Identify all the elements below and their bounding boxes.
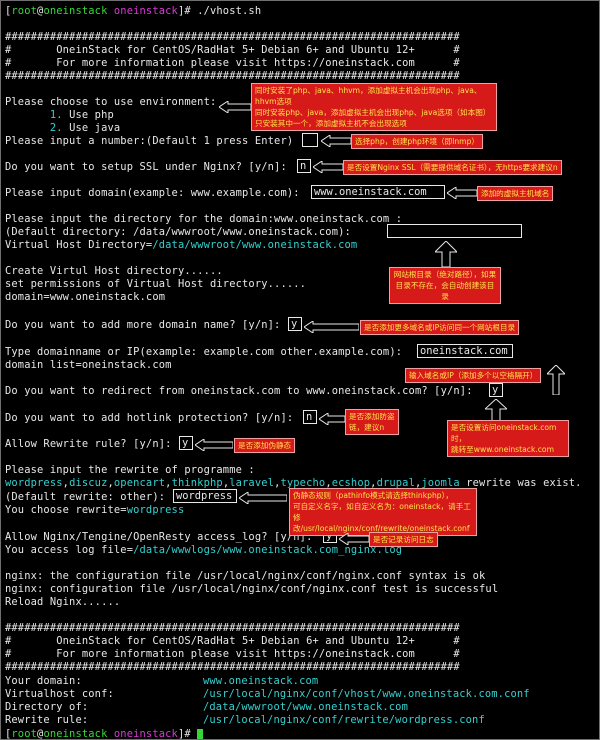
note-more-domain: 是否添加更多域名或IP访问同一个网站根目录: [360, 320, 520, 335]
ssl-input[interactable]: n: [297, 159, 311, 173]
arrow-left-icon: [219, 101, 251, 113]
banner-line: # For more information please visit http…: [5, 57, 460, 69]
summary-rule: Rewrite rule:: [5, 714, 89, 726]
env-question: Please choose to use environment:: [5, 96, 217, 108]
arrow-left-icon: [339, 533, 369, 545]
summary-domain-value: www.oneinstack.com: [203, 675, 319, 687]
arrow-left-icon: [319, 413, 345, 425]
arrow-left-icon: [304, 321, 359, 333]
create-line: set permissions of Virtual Host director…: [5, 278, 307, 290]
arrow-left-icon: [195, 439, 233, 451]
redirect-prompt: Do you want to redirect from oneinstack.…: [5, 385, 473, 397]
rewrite-input[interactable]: y: [179, 436, 193, 450]
note-ssl: 是否设置Nginx SSL（需要提供域名证书），无https要求建议n: [343, 160, 562, 175]
env-option-java[interactable]: 2. Use java: [5, 122, 120, 134]
note-number: 选择php，创建php环境（即lnmp）: [351, 134, 483, 149]
banner-line: # OneinStack for CentOS/RadHat 5+ Debian…: [5, 635, 460, 647]
redirect-input[interactable]: y: [489, 383, 503, 397]
arrow-left-icon: [321, 135, 351, 147]
summary-dir: Directory of:: [5, 701, 89, 713]
nginx-output: Reload Nginx......: [5, 596, 121, 608]
programme-prompt: Please input the rewrite of programme :: [5, 464, 255, 476]
note-redirect: 是否设置访问oneinstack.com时， 跳转至www.oneinstack.…: [447, 420, 569, 457]
banner-rule: ########################################…: [5, 70, 460, 82]
more-domain-prompt: Do you want to add more domain name? [y/…: [5, 319, 281, 331]
arrow-left-icon: [447, 187, 477, 199]
banner-line: # OneinStack for CentOS/RadHat 5+ Debian…: [5, 44, 460, 56]
create-line: Create Virtul Host directory......: [5, 265, 223, 277]
shell-prompt: [root@oneinstack oneinstack]#: [5, 728, 204, 740]
vhost-dir-line: Virtual Host Directory=/data/wwwroot/www…: [5, 239, 358, 251]
note-log: 是否记录访问日志: [369, 532, 438, 547]
note-dir: 网站根目录（绝对路径），如果 目录不存在，会自动创建该目录: [389, 267, 501, 304]
terminal-window[interactable]: [root@oneinstack oneinstack]# ./vhost.sh…: [0, 0, 600, 740]
nginx-output: nginx: configuration file /usr/local/ngi…: [5, 583, 499, 595]
banner-line: # For more information please visit http…: [5, 648, 460, 660]
ssl-prompt: Do you want to setup SSL under Nginx? [y…: [5, 161, 287, 173]
hotlink-prompt: Do you want to add hotlink protection? […: [5, 412, 294, 424]
summary-vconf: Virtualhost conf:: [5, 688, 114, 700]
dir-default: (Default directory: /data/wwwroot/www.on…: [5, 226, 351, 238]
default-rewrite: (Default rewrite: other):: [5, 491, 166, 503]
number-input[interactable]: [302, 133, 318, 147]
note-hotlink: 是否添加防盗 链，建议n: [345, 409, 399, 435]
arrow-left-icon: [239, 492, 287, 504]
type-domain-prompt: Type domainname or IP(example: example.c…: [5, 346, 403, 358]
type-domain-input[interactable]: oneinstack.com: [417, 344, 513, 358]
note-domain: 添加的虚拟主机域名: [477, 186, 554, 201]
rewrite-prompt: Allow Rewrite rule? [y/n]:: [5, 438, 172, 450]
banner-rule: ########################################…: [5, 661, 460, 673]
domain-input[interactable]: www.oneinstack.com: [311, 185, 445, 199]
vhost-dir-value: /data/wwwroot/www.oneinstack.com: [152, 239, 358, 251]
arrow-up-icon: [485, 399, 507, 421]
summary-dir-value: /data/wwwroot/www.oneinstack.com: [203, 701, 408, 713]
log-prompt: Allow Nginx/Tengine/OpenResty access_log…: [5, 531, 313, 543]
env-option-php[interactable]: 1. Use php: [5, 109, 114, 121]
number-prompt: Please input a number:(Default 1 press E…: [5, 135, 294, 147]
summary-rule-value: /usr/local/nginx/conf/rewrite/wordpress.…: [203, 714, 485, 726]
rewrite-choice-input[interactable]: wordpress: [173, 489, 237, 503]
arrow-up-icon: [435, 241, 457, 267]
summary-domain: Your domain:: [5, 675, 82, 687]
dir-input[interactable]: [387, 224, 522, 238]
create-line: domain=www.oneinstack.com: [5, 291, 166, 303]
shell-prompt: [root@oneinstack oneinstack]# ./vhost.sh: [5, 5, 262, 17]
arrow-up-icon: [547, 365, 565, 395]
choose-rewrite-line: You choose rewrite=wordpress: [5, 504, 185, 516]
banner-rule: ########################################…: [5, 31, 460, 43]
domain-list: domain list=oneinstack.com: [5, 359, 172, 371]
arrow-left-icon: [313, 161, 343, 173]
banner-rule: ########################################…: [5, 622, 460, 634]
note-pseudo: 伪静态规则（pathinfo模式请选择thinkphp）， 可自定义名字，如自定义…: [289, 488, 477, 536]
dir-prompt: Please input the directory for the domai…: [5, 213, 403, 225]
more-domain-input[interactable]: y: [288, 317, 302, 331]
nginx-output: nginx: the configuration file /usr/local…: [5, 570, 486, 582]
note-type-domain: 输入域名或IP（添加多个以空格隔开）: [405, 368, 542, 383]
command-text: ./vhost.sh: [197, 5, 262, 17]
note-rewrite: 是否添加伪静态: [234, 438, 296, 453]
hotlink-input[interactable]: n: [303, 410, 317, 424]
log-line: You access log file=/data/wwwlogs/www.on…: [5, 544, 403, 556]
summary-vconf-value: /usr/local/nginx/conf/vhost/www.oneinsta…: [203, 688, 530, 700]
domain-prompt: Please input domain(example: www.example…: [5, 187, 300, 199]
cursor: [197, 729, 204, 739]
note-env: 同时安装了php、java、hhvm，添加虚拟主机会出现php、java、hhv…: [251, 83, 497, 131]
